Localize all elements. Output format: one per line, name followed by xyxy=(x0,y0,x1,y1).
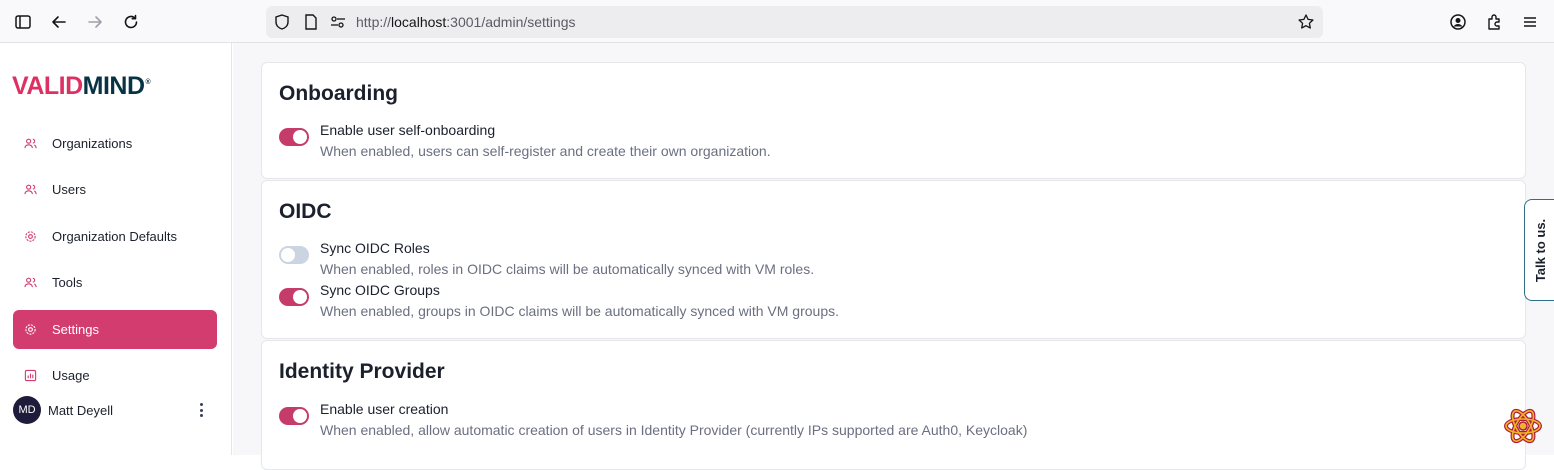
section-title: Onboarding xyxy=(279,82,398,105)
sync-oidc-roles-toggle[interactable] xyxy=(279,246,309,264)
bookmark-star-icon[interactable] xyxy=(1297,13,1315,31)
setting-description: When enabled, allow automatic creation o… xyxy=(320,422,1028,438)
setting-title: Enable user creation xyxy=(320,401,449,417)
setting-description: When enabled, roles in OIDC claims will … xyxy=(320,261,815,277)
talk-to-us-label: Talk to us. xyxy=(1533,218,1549,282)
validmind-logo[interactable]: VALIDMIND® xyxy=(12,71,151,101)
setting-self-onboarding: Enable user self-onboarding When enabled… xyxy=(279,122,1179,162)
sidebar-item-label: Settings xyxy=(52,322,99,337)
url-text[interactable]: http://localhost:3001/admin/settings xyxy=(356,14,576,30)
avatar[interactable]: MD xyxy=(13,396,41,424)
back-icon[interactable] xyxy=(48,11,70,33)
url-host: localhost xyxy=(391,14,447,30)
sidebar-item-label: Organization Defaults xyxy=(52,229,178,244)
gear-icon xyxy=(24,323,37,336)
onboarding-card: Onboarding Enable user self-onboarding W… xyxy=(261,62,1526,179)
user-profile[interactable]: MD Matt Deyell xyxy=(13,396,217,424)
more-options-icon[interactable] xyxy=(193,402,209,418)
setting-sync-oidc-groups: Sync OIDC Groups When enabled, groups in… xyxy=(279,282,1179,322)
setting-sync-oidc-roles: Sync OIDC Roles When enabled, roles in O… xyxy=(279,240,1179,280)
setting-title: Sync OIDC Groups xyxy=(320,282,440,298)
gear-icon xyxy=(24,230,37,243)
setting-enable-user-creation: Enable user creation When enabled, allow… xyxy=(279,401,1379,441)
self-onboarding-toggle[interactable] xyxy=(279,128,309,146)
user-creation-toggle[interactable] xyxy=(279,407,309,425)
sidebar-item-tools[interactable]: Tools xyxy=(13,263,217,302)
user-name: Matt Deyell xyxy=(48,402,114,418)
main-content: Onboarding Enable user self-onboarding W… xyxy=(233,43,1554,470)
permissions-icon[interactable] xyxy=(329,13,347,31)
identity-provider-card: Identity Provider Enable user creation W… xyxy=(261,340,1526,470)
address-bar[interactable]: http://localhost:3001/admin/settings xyxy=(266,6,1323,38)
logo-wordmark: VALIDMIND® xyxy=(12,71,151,101)
oidc-card: OIDC Sync OIDC Roles When enabled, roles… xyxy=(261,180,1526,339)
setting-description: When enabled, groups in OIDC claims will… xyxy=(320,303,840,319)
sidebar-item-label: Usage xyxy=(52,368,90,383)
users-icon xyxy=(24,276,37,289)
setting-description: When enabled, users can self-register an… xyxy=(320,143,771,159)
url-path: :3001/admin/settings xyxy=(446,14,576,30)
sidebar-item-organization-defaults[interactable]: Organization Defaults xyxy=(13,217,217,256)
extensions-icon[interactable] xyxy=(1483,11,1505,33)
sidebar-toggle-icon[interactable] xyxy=(12,11,34,33)
setting-title: Enable user self-onboarding xyxy=(320,122,496,138)
react-devtools-icon[interactable] xyxy=(1503,406,1543,446)
sidebar-item-usage[interactable]: Usage xyxy=(13,356,217,395)
section-title: Identity Provider xyxy=(279,360,445,383)
setting-title: Sync OIDC Roles xyxy=(320,240,430,256)
url-scheme: http:// xyxy=(356,14,392,30)
section-title: OIDC xyxy=(279,200,332,223)
sidebar-item-label: Users xyxy=(52,182,86,197)
logo-alid: ALID xyxy=(26,71,83,100)
sidebar-item-organizations[interactable]: Organizations xyxy=(13,124,217,163)
shield-icon[interactable] xyxy=(273,13,291,31)
sidebar-item-label: Tools xyxy=(52,275,83,290)
forward-icon[interactable] xyxy=(84,11,106,33)
sync-oidc-groups-toggle[interactable] xyxy=(279,288,309,306)
reload-icon[interactable] xyxy=(120,11,142,33)
sidebar-item-users[interactable]: Users xyxy=(13,170,217,209)
chart-icon xyxy=(24,369,37,382)
logo-registered-mark: ® xyxy=(145,79,151,87)
menu-icon[interactable] xyxy=(1519,11,1541,33)
sidebar-item-settings[interactable]: Settings xyxy=(13,310,217,349)
sidebar-item-label: Organizations xyxy=(52,136,133,151)
browser-toolbar: http://localhost:3001/admin/settings xyxy=(0,0,1554,43)
logo-mind: MIND xyxy=(82,71,145,100)
page-icon[interactable] xyxy=(302,13,320,31)
account-icon[interactable] xyxy=(1447,11,1469,33)
sidebar: VALIDMIND® Organizations Users Organizat… xyxy=(0,43,232,455)
users-icon xyxy=(24,137,37,150)
logo-v: V xyxy=(12,71,27,100)
talk-to-us-button[interactable]: Talk to us. xyxy=(1524,199,1554,301)
users-icon xyxy=(24,183,37,196)
